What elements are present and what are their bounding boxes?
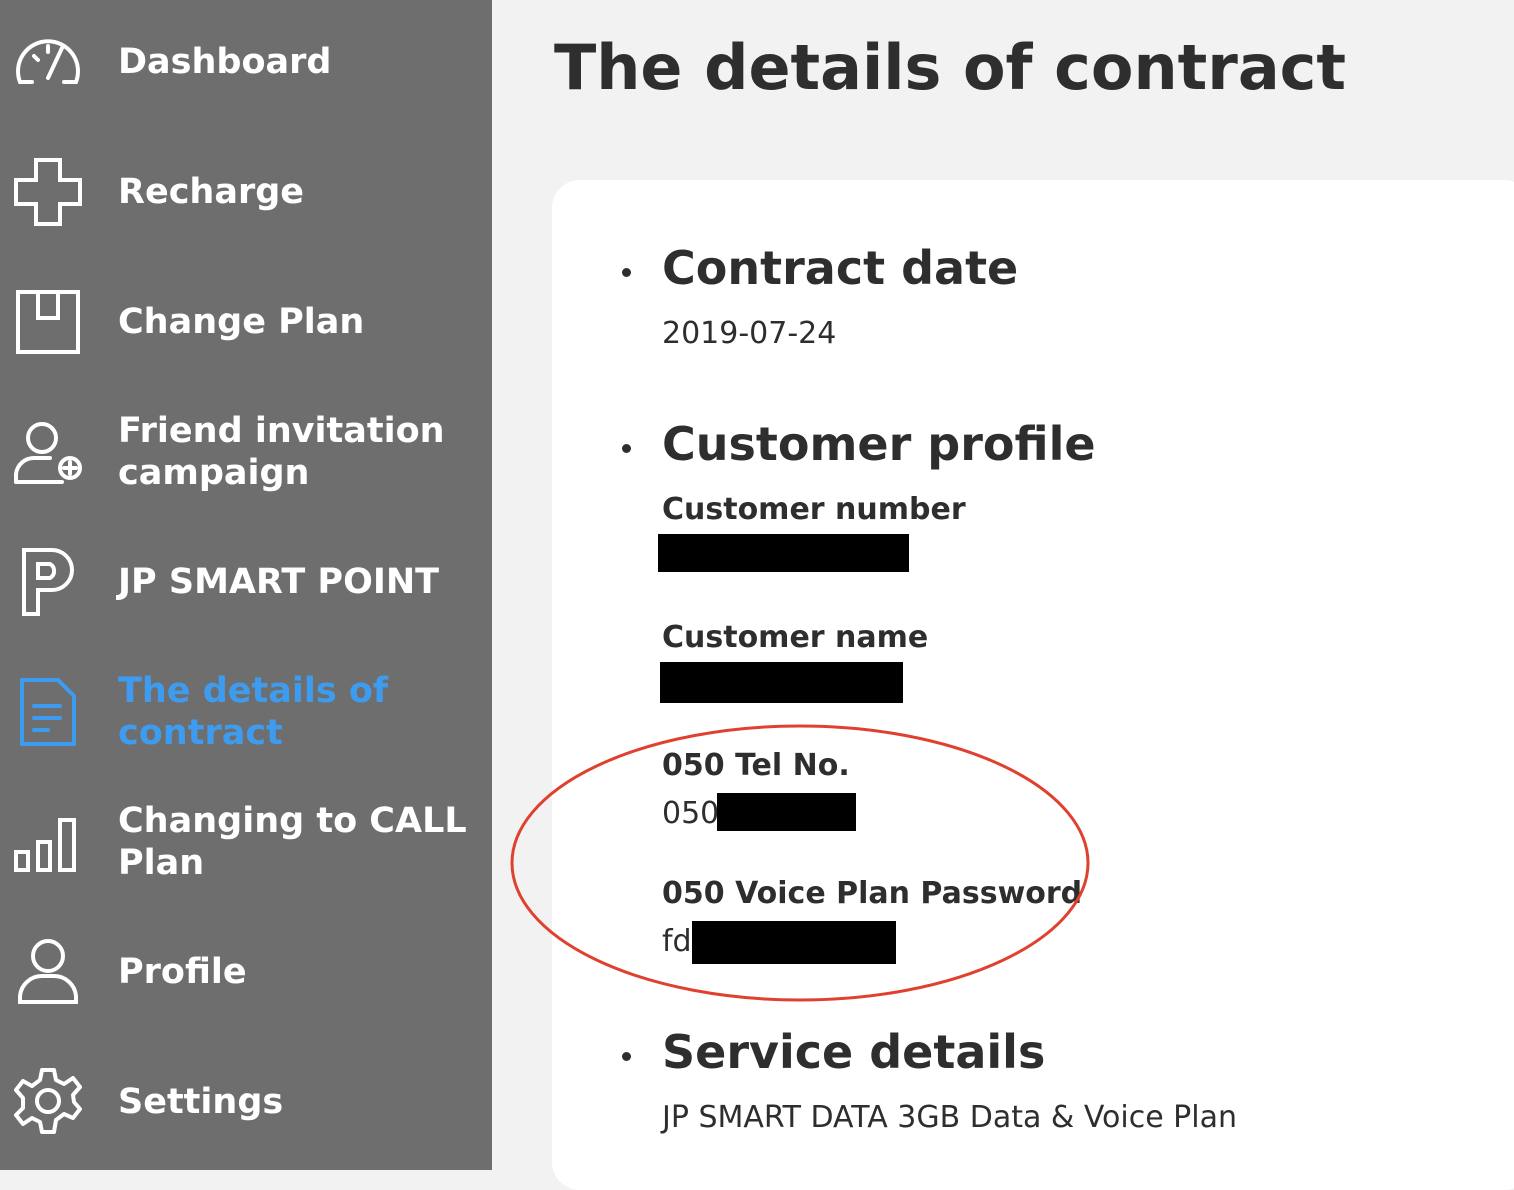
sidebar-item-label: Profile bbox=[118, 952, 247, 992]
password-label: 050 Voice Plan Password bbox=[662, 876, 1083, 911]
contract-date-value: 2019-07-24 bbox=[662, 316, 837, 351]
gear-icon bbox=[12, 1066, 84, 1138]
sidebar-item-profile[interactable]: Profile bbox=[0, 922, 492, 1022]
redacted-customer-number bbox=[658, 534, 909, 572]
bullet bbox=[622, 1052, 636, 1066]
section-title-contract-date: Contract date bbox=[662, 241, 1019, 295]
sidebar-item-label: The details of contract bbox=[118, 671, 389, 753]
section-title-customer-profile: Customer profile bbox=[662, 417, 1096, 471]
service-details-value: JP SMART DATA 3GB Data & Voice Plan bbox=[662, 1100, 1238, 1135]
sidebar-item-change-plan[interactable]: Change Plan bbox=[0, 272, 492, 372]
sidebar-item-label: Dashboard bbox=[118, 42, 332, 82]
sidebar-item-recharge[interactable]: Recharge bbox=[0, 142, 492, 242]
document-icon bbox=[12, 676, 84, 748]
sidebar-item-jp-smart-point[interactable]: JP SMART POINT bbox=[0, 532, 492, 632]
redacted-password bbox=[692, 921, 896, 964]
box-icon bbox=[12, 286, 84, 358]
section-title-service-details: Service details bbox=[662, 1025, 1046, 1079]
sidebar-item-label: Change Plan bbox=[118, 302, 365, 342]
customer-name-label: Customer name bbox=[662, 620, 929, 655]
add-user-icon bbox=[12, 416, 84, 488]
sidebar: Dashboard Recharge Change Plan Friend in… bbox=[0, 0, 492, 1170]
user-icon bbox=[12, 936, 84, 1008]
bullet bbox=[622, 268, 636, 282]
redacted-customer-name bbox=[660, 662, 903, 703]
tel-value: 050 bbox=[662, 796, 720, 831]
sidebar-item-friend-invitation[interactable]: Friend invitation campaign bbox=[0, 402, 492, 502]
password-value: fd bbox=[662, 924, 692, 959]
sidebar-item-settings[interactable]: Settings bbox=[0, 1052, 492, 1152]
redacted-tel-number bbox=[717, 793, 856, 831]
sidebar-item-dashboard[interactable]: Dashboard bbox=[0, 12, 492, 112]
bullet bbox=[622, 444, 636, 458]
point-p-icon bbox=[12, 546, 84, 618]
sidebar-item-label: Friend invitation campaign bbox=[118, 411, 445, 493]
tel-label: 050 Tel No. bbox=[662, 748, 850, 783]
bar-chart-icon bbox=[12, 806, 84, 878]
sidebar-item-label: JP SMART POINT bbox=[118, 562, 440, 602]
sidebar-item-contract-details[interactable]: The details of contract bbox=[0, 662, 492, 762]
sidebar-item-label: Changing to CALL Plan bbox=[118, 801, 467, 883]
customer-number-label: Customer number bbox=[662, 492, 966, 527]
page-title: The details of contract bbox=[554, 31, 1347, 104]
sidebar-item-call-plan[interactable]: Changing to CALL Plan bbox=[0, 792, 492, 892]
sidebar-item-label: Settings bbox=[118, 1082, 284, 1122]
sidebar-item-label: Recharge bbox=[118, 172, 305, 212]
plus-icon bbox=[12, 156, 84, 228]
speedometer-icon bbox=[12, 26, 84, 98]
